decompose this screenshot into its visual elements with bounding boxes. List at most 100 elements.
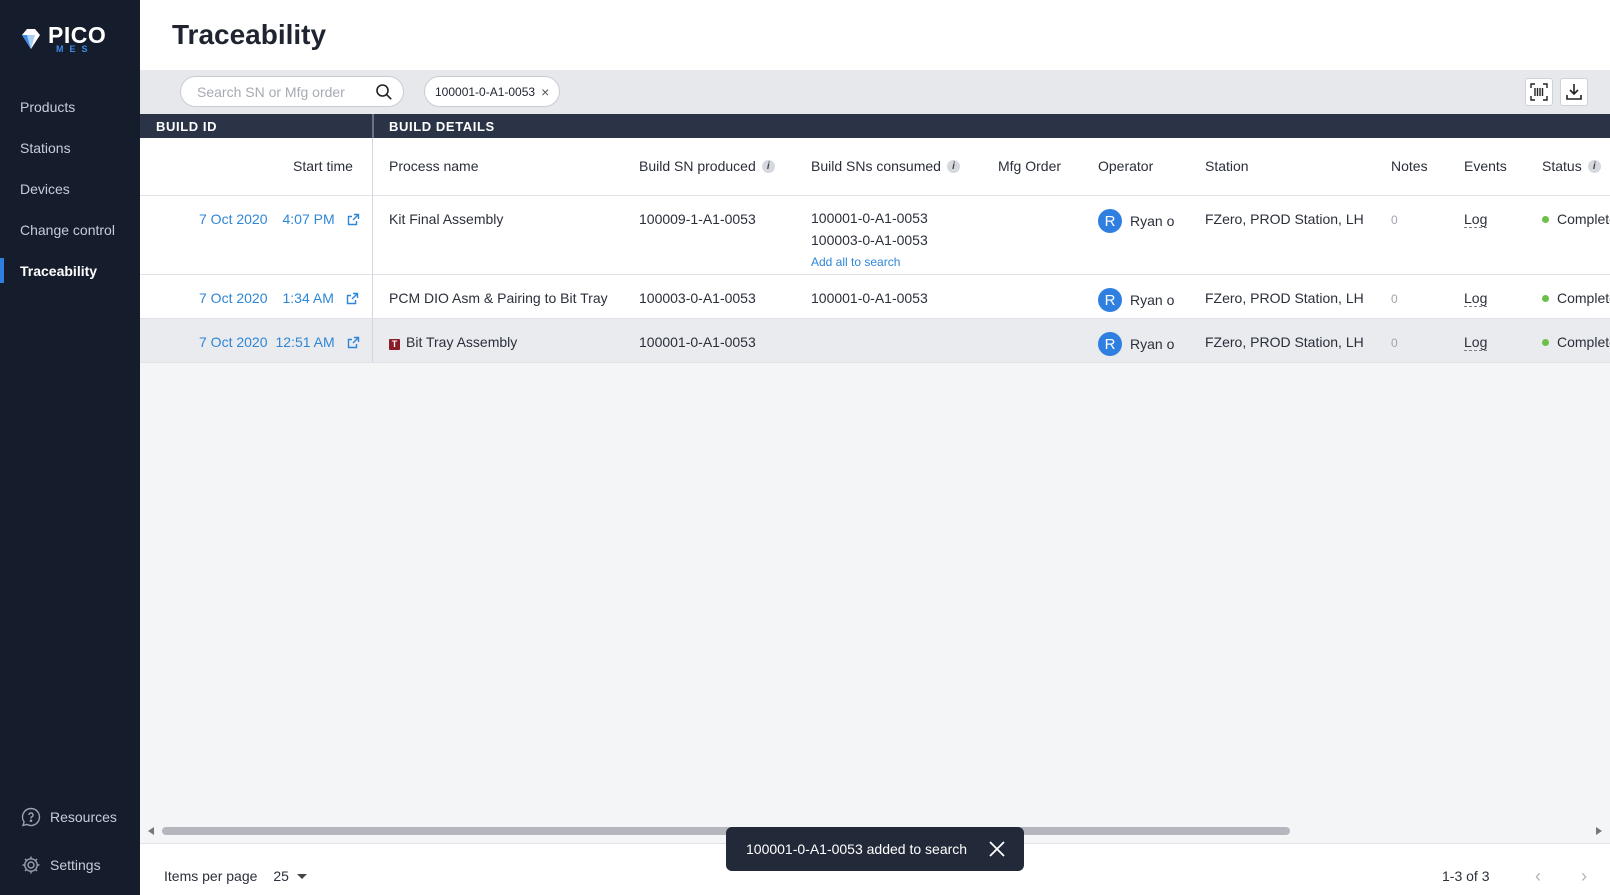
sidebar-item-resources[interactable]: Resources [0,805,140,829]
add-all-to-search-link[interactable]: Add all to search [811,251,928,273]
sidebar-item-products[interactable]: Products [0,86,140,127]
sidebar-item-label: Devices [20,180,70,197]
scroll-right-arrow-icon[interactable] [1596,827,1602,835]
search-input[interactable] [197,83,367,100]
next-page-button[interactable]: › [1574,866,1594,886]
sn-produced: 100009-1-A1-0053 [639,211,756,227]
status-dot [1542,294,1549,302]
notes-count[interactable]: 0 [1391,292,1398,306]
pagination-range: 1-3 of 3 [1442,868,1490,884]
logo-subtext: MES [56,44,94,54]
process-name: T Bit Tray Assembly [389,334,517,350]
start-time: 4:07 PM [282,211,335,227]
table-row[interactable]: 7 Oct 2020 12:51 AM T Bit Tray Assembly 1… [140,319,1610,363]
start-time-link[interactable]: 7 Oct 2020 4:07 PM [199,211,360,227]
info-icon[interactable]: i [946,159,960,173]
process-name: Kit Final Assembly [389,211,504,227]
chat-help-icon [21,807,41,827]
sidebar-item-change-control[interactable]: Change control [0,209,140,250]
info-icon[interactable]: i [761,159,775,173]
events-log-link[interactable]: Log [1464,290,1488,307]
events-log-link[interactable]: Log [1464,211,1488,228]
process-label: Bit Tray Assembly [406,334,518,350]
info-icon[interactable]: i [1587,159,1601,173]
sns-consumed: 100001-0-A1-0053 100003-0-A1-0053 Add al… [811,207,928,273]
resources-label: Resources [50,809,117,825]
operator: R Ryan o [1098,332,1174,356]
items-per-page-select[interactable]: 25 [273,868,307,884]
download-button[interactable] [1560,78,1588,106]
col-build-sn-produced[interactable]: Build SN produced i [639,158,775,174]
group-divider [372,114,374,138]
status-dot [1542,215,1549,223]
search-box[interactable] [180,76,404,107]
main-content: Traceability 100001-0-A1-0053 × BUILD [140,0,1610,895]
close-icon[interactable] [988,840,1006,858]
scroll-left-arrow-icon[interactable] [148,827,154,835]
notes-count[interactable]: 0 [1391,336,1398,350]
external-link-icon[interactable] [347,213,360,226]
table-row[interactable]: 7 Oct 2020 1:34 AM PCM DIO Asm & Pairing… [140,275,1610,319]
avatar: R [1098,288,1122,312]
toast-notification: 100001-0-A1-0053 added to search [726,827,1024,871]
start-date: 7 Oct 2020 [199,211,268,227]
table-column-header: Start time Process name Build SN produce… [140,138,1610,196]
start-time: 12:51 AM [275,334,335,350]
col-events[interactable]: Events [1464,158,1507,174]
operator: R Ryan o [1098,288,1174,312]
col-mfg-order[interactable]: Mfg Order [998,158,1061,174]
search-filter-chip[interactable]: 100001-0-A1-0053 × [424,76,561,107]
sn-produced: 100001-0-A1-0053 [639,334,756,350]
sidebar-item-stations[interactable]: Stations [0,127,140,168]
notes-count[interactable]: 0 [1391,213,1398,227]
external-link-icon[interactable] [346,292,359,305]
col-build-sns-consumed[interactable]: Build SNs consumed i [811,158,960,174]
external-link-icon[interactable] [347,336,360,349]
prev-page-button[interactable]: ‹ [1528,866,1548,886]
search-icon[interactable] [375,83,393,101]
operator-name: Ryan o [1130,292,1175,308]
sidebar-item-settings[interactable]: Settings [0,853,140,877]
operator-name: Ryan o [1130,213,1175,229]
sidebar-nav: Products Stations Devices Change control… [0,86,140,291]
sn-consumed-item: 100003-0-A1-0053 [811,232,928,248]
col-station[interactable]: Station [1205,158,1249,174]
barcode-scan-button[interactable] [1525,78,1553,106]
process-name: PCM DIO Asm & Pairing to Bit Tray [389,290,608,306]
col-status[interactable]: Status i [1542,158,1601,174]
filter-toolbar: 100001-0-A1-0053 × [140,70,1610,114]
page-header: Traceability [140,0,1610,70]
sn-consumed-item: 100001-0-A1-0053 [811,290,928,306]
chip-label: 100001-0-A1-0053 [435,84,536,99]
settings-label: Settings [50,857,101,873]
col-start-time[interactable]: Start time [293,158,353,174]
test-process-icon: T [389,338,400,350]
sidebar: PICO MES Products Stations Devices Chang… [0,0,140,895]
col-process-name[interactable]: Process name [389,158,478,174]
sidebar-item-label: Traceability [20,262,98,279]
station: FZero, PROD Station, LH [1205,290,1364,306]
sidebar-item-label: Change control [20,221,115,238]
page-title: Traceability [172,19,327,50]
start-time-link[interactable]: 7 Oct 2020 12:51 AM [199,334,360,350]
chevron-down-icon [296,873,307,879]
col-notes[interactable]: Notes [1391,158,1428,174]
chip-close-icon[interactable]: × [541,84,549,100]
operator-name: Ryan o [1130,336,1175,352]
start-time-link[interactable]: 7 Oct 2020 1:34 AM [199,290,359,306]
sidebar-item-traceability[interactable]: Traceability [0,250,140,291]
events-log-link[interactable]: Log [1464,334,1488,351]
download-icon [1566,84,1582,100]
status-label: Complete [1557,211,1610,227]
group-header-build-id: BUILD ID [156,119,218,134]
table-row[interactable]: 7 Oct 2020 4:07 PM Kit Final Assembly 10… [140,196,1610,275]
col-operator[interactable]: Operator [1098,158,1153,174]
items-per-page-value: 25 [273,868,289,884]
pico-mes-logo[interactable]: PICO MES [20,24,106,54]
avatar: R [1098,332,1122,356]
sidebar-item-label: Stations [20,139,71,156]
gear-icon [22,856,40,874]
sidebar-item-devices[interactable]: Devices [0,168,140,209]
status-badge: Complete [1542,290,1610,306]
status-label: Complete [1557,334,1610,350]
